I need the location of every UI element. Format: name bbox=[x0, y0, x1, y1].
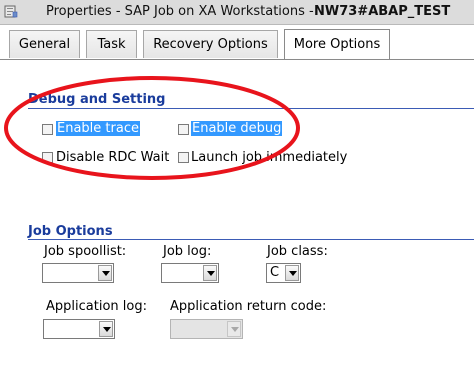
tab-more-options-label: More Options bbox=[293, 37, 381, 52]
window-title-job-name: NW73#ABAP_TEST bbox=[314, 4, 451, 19]
chevron-down-icon bbox=[103, 327, 111, 332]
chevron-down-icon bbox=[102, 271, 110, 276]
enable-trace-label[interactable]: Enable trace bbox=[56, 121, 140, 136]
tab-task[interactable]: Task bbox=[86, 30, 137, 58]
chevron-down-icon bbox=[207, 271, 215, 276]
tab-general[interactable]: General bbox=[9, 30, 80, 58]
window-title-bar: Properties - SAP Job on XA Workstations … bbox=[0, 0, 474, 25]
disable-rdc-wait-checkbox[interactable] bbox=[42, 152, 53, 163]
job-class-select[interactable]: C bbox=[266, 263, 301, 283]
job-spoollist-dropdown-button[interactable] bbox=[98, 265, 112, 281]
job-spoollist-select[interactable] bbox=[42, 263, 114, 283]
tab-general-label: General bbox=[18, 37, 71, 52]
chevron-down-icon bbox=[289, 271, 297, 276]
disable-rdc-wait-label[interactable]: Disable RDC Wait bbox=[56, 150, 169, 165]
job-options-title: Job Options bbox=[28, 224, 113, 239]
enable-trace-checkbox[interactable] bbox=[42, 124, 53, 135]
tab-recovery-options[interactable]: Recovery Options bbox=[143, 30, 278, 58]
tab-baseline bbox=[0, 59, 474, 60]
debug-section-title: Debug and Setting bbox=[28, 92, 166, 107]
application-return-code-select bbox=[170, 319, 243, 339]
launch-job-immediately-checkbox[interactable] bbox=[178, 152, 189, 163]
tab-more-options[interactable]: More Options bbox=[284, 29, 390, 59]
job-spoollist-label: Job spoollist: bbox=[44, 244, 127, 259]
tab-recovery-options-label: Recovery Options bbox=[153, 37, 268, 52]
debug-section-rule bbox=[28, 108, 474, 109]
job-class-dropdown-button[interactable] bbox=[285, 265, 299, 281]
chevron-down-icon bbox=[231, 327, 239, 332]
application-log-dropdown-button[interactable] bbox=[99, 321, 113, 337]
tab-task-label: Task bbox=[97, 37, 126, 52]
job-class-label: Job class: bbox=[267, 244, 328, 259]
enable-debug-checkbox[interactable] bbox=[178, 124, 189, 135]
launch-job-immediately-label[interactable]: Launch job immediately bbox=[191, 150, 347, 165]
job-class-value: C bbox=[270, 265, 280, 280]
window-title: Properties - SAP Job on XA Workstations … bbox=[46, 4, 314, 19]
application-return-code-dropdown-button bbox=[227, 321, 241, 337]
application-return-code-label: Application return code: bbox=[170, 299, 327, 314]
application-log-label: Application log: bbox=[46, 299, 147, 314]
enable-debug-label[interactable]: Enable debug bbox=[191, 121, 283, 136]
properties-document-icon bbox=[4, 5, 18, 18]
job-log-label: Job log: bbox=[163, 244, 212, 259]
job-log-dropdown-button[interactable] bbox=[203, 265, 217, 281]
application-log-select[interactable] bbox=[43, 319, 115, 339]
job-options-rule bbox=[28, 239, 474, 240]
job-log-select[interactable] bbox=[161, 263, 219, 283]
